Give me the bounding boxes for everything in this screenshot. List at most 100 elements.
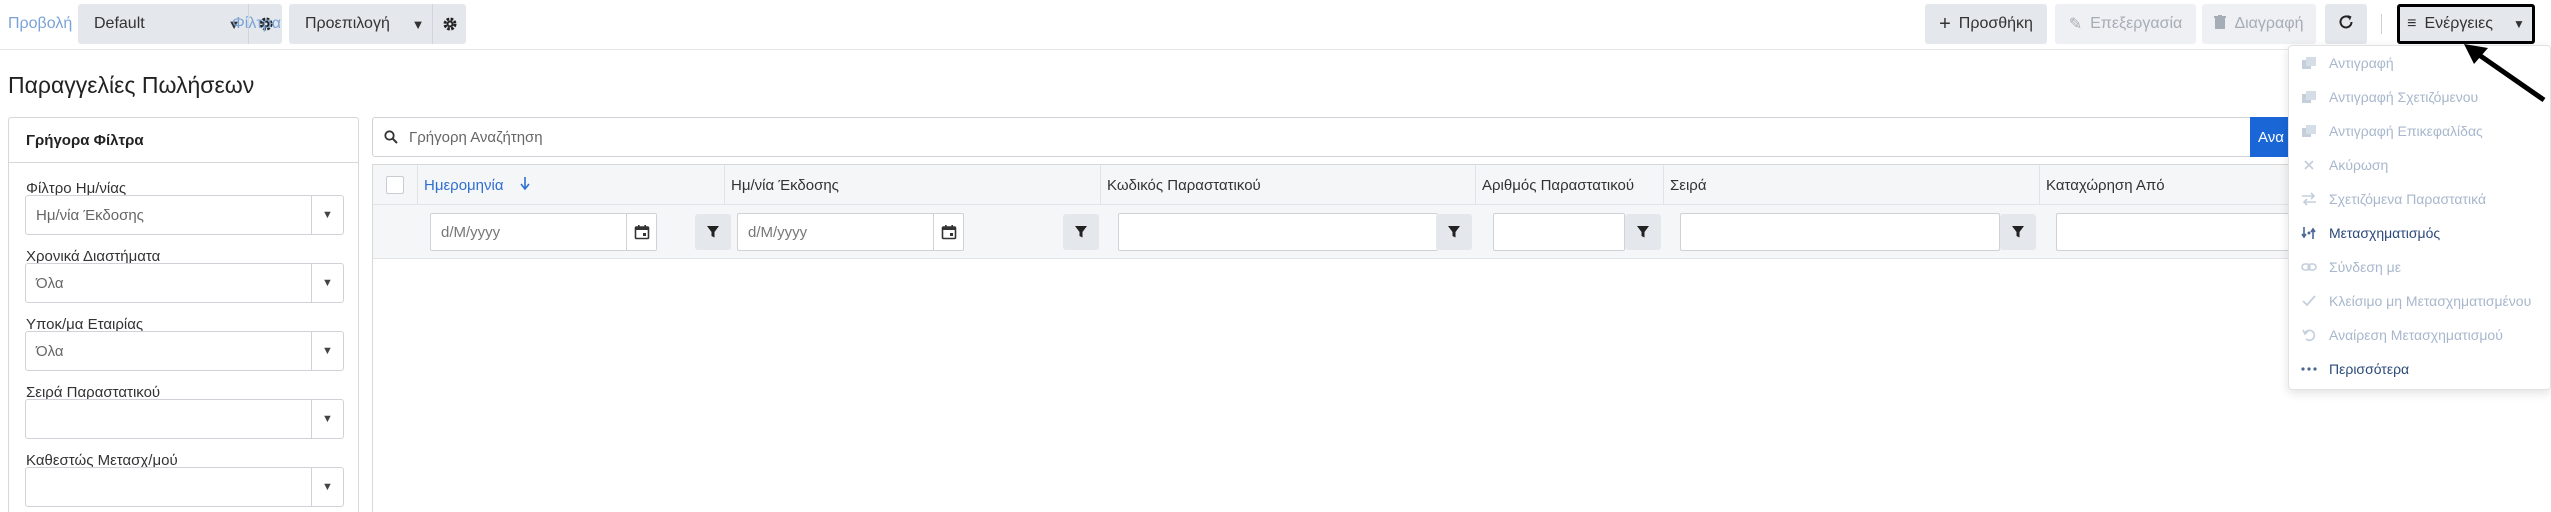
ellipsis-icon — [2289, 367, 2329, 371]
refresh-icon — [2337, 13, 2355, 36]
menu-item-label: Σύνδεση με — [2329, 259, 2401, 275]
add-button-label: Προσθήκη — [1958, 15, 2033, 32]
gear-icon[interactable] — [432, 4, 466, 44]
series-filter-input[interactable] — [1680, 213, 2000, 251]
menu-item-label: Αντιγραφή Επικεφαλίδας — [2329, 123, 2483, 139]
doc-number-filter-input[interactable] — [1493, 213, 1625, 251]
column-header-doc-code[interactable]: Κωδικός Παραστατικού — [1100, 165, 1475, 205]
refresh-button[interactable] — [2325, 4, 2367, 44]
view-label: Προβολή — [8, 15, 73, 32]
pencil-icon: ✎ — [2068, 16, 2083, 33]
chevron-down-icon: ▼ — [311, 468, 343, 506]
doc-series-select[interactable]: ▼ — [25, 399, 344, 439]
column-header-label: Σειρά — [1670, 176, 1707, 194]
menu-item-more[interactable]: Περισσότερα — [2289, 352, 2550, 386]
menu-item-label: Μετασχηματισμός — [2329, 225, 2441, 241]
chevron-down-icon: ▼ — [311, 264, 343, 302]
calendar-icon[interactable] — [933, 214, 963, 250]
copy-icon — [2289, 90, 2329, 104]
copy-icon — [2289, 124, 2329, 138]
date-filter-value: Ημ/νία Έκδοσης — [36, 206, 144, 224]
column-header-label: Ημερομηνία — [424, 176, 504, 194]
link-icon — [2289, 261, 2329, 273]
page-title: Παραγγελίες Πωλήσεων — [8, 72, 255, 98]
date-placeholder: d/M/yyyy — [748, 223, 808, 241]
edit-button[interactable]: ✎ Επεξεργασία — [2055, 4, 2196, 44]
branch-select[interactable]: Όλα ▼ — [25, 331, 344, 371]
top-toolbar: Προβολή Default ▼ Φίλτρα Προεπιλογή ▼ + … — [0, 0, 2551, 50]
filter-icon[interactable] — [2000, 214, 2036, 250]
column-header-label: Κωδικός Παραστατικού — [1107, 176, 1261, 194]
orders-grid: Ημερομηνία Ημ/νία Έκδοσης Κωδικός Παραστ… — [372, 164, 2551, 512]
menu-item-label: Αντιγραφή Σχετιζόμενου — [2329, 89, 2479, 105]
quick-search-box — [372, 117, 2252, 157]
hamburger-icon: ≡ — [2407, 15, 2417, 32]
menu-item-undo-transform[interactable]: Αναίρεση Μετασχηματισμού — [2289, 318, 2550, 352]
menu-item-label: Ακύρωση — [2329, 157, 2389, 173]
menu-item-label: Περισσότερα — [2329, 361, 2410, 377]
transform-status-select[interactable]: ▼ — [25, 467, 344, 507]
time-range-value: Όλα — [36, 274, 64, 292]
sort-arrow-down-icon — [519, 176, 530, 194]
filter-icon[interactable] — [1625, 214, 1661, 250]
arrows-icon — [2289, 192, 2329, 206]
date-placeholder: d/M/yyyy — [441, 223, 501, 241]
calendar-icon[interactable] — [626, 214, 656, 250]
menu-item-copy-header[interactable]: Αντιγραφή Επικεφαλίδας — [2289, 114, 2550, 148]
menu-item-label: Αντιγραφή — [2329, 55, 2394, 71]
filter-icon[interactable] — [1063, 214, 1099, 250]
column-header-label: Καταχώρηση Από — [2046, 176, 2165, 194]
transform-icon — [2289, 225, 2329, 241]
actions-button-label: Ενέργειες — [2424, 15, 2493, 32]
chevron-down-icon: ▼ — [311, 400, 343, 438]
copy-icon — [2289, 56, 2329, 70]
filters-label: Φίλτρα — [232, 15, 281, 32]
edit-button-label: Επεξεργασία — [2090, 15, 2183, 32]
menu-item-label: Σχετιζόμενα Παραστατικά — [2329, 191, 2487, 207]
column-header-label: Ημ/νία Έκδοσης — [731, 176, 839, 194]
chevron-down-icon: ▼ — [311, 332, 343, 370]
filters-select[interactable]: Προεπιλογή ▼ — [289, 4, 466, 44]
column-header-issue-date[interactable]: Ημ/νία Έκδοσης — [724, 165, 1100, 205]
grid-header-row: Ημερομηνία Ημ/νία Έκδοσης Κωδικός Παραστ… — [373, 165, 2551, 205]
filters-value: Προεπιλογή — [305, 15, 390, 32]
quick-filters-panel: Γρήγορα Φίλτρα Φίλτρο Ημ/νίας Ημ/νία Έκδ… — [8, 117, 359, 512]
search-input[interactable] — [409, 128, 2251, 146]
menu-item-label: Κλείσιμο μη Μετασχηματισμένου — [2329, 293, 2532, 309]
trash-icon — [2214, 14, 2227, 34]
chevron-down-icon: ▼ — [2512, 17, 2525, 31]
quick-filters-title: Γρήγορα Φίλτρα — [9, 118, 358, 163]
date-filter-select[interactable]: Ημ/νία Έκδοσης ▼ — [25, 195, 344, 235]
menu-item-related-docs[interactable]: Σχετιζόμενα Παραστατικά — [2289, 182, 2550, 216]
filter-icon[interactable] — [1436, 214, 1472, 250]
branch-value: Όλα — [36, 342, 64, 360]
grid-filter-row: d/M/yyyy d/M/yyyy — [373, 205, 2551, 259]
column-header-label: Αριθμός Παραστατικού — [1482, 176, 1635, 194]
plus-icon: + — [1939, 13, 1951, 35]
check-icon — [2289, 295, 2329, 307]
menu-item-link-to[interactable]: Σύνδεση με — [2289, 250, 2550, 284]
filter-icon[interactable] — [695, 214, 731, 250]
menu-item-label: Αναίρεση Μετασχηματισμού — [2329, 327, 2503, 343]
column-header-series[interactable]: Σειρά — [1663, 165, 2039, 205]
toolbar-divider — [2381, 14, 2382, 34]
issue-date-filter-input[interactable]: d/M/yyyy — [737, 213, 964, 251]
doc-code-filter-input[interactable] — [1118, 213, 1438, 251]
annotation-arrow-icon — [2464, 44, 2546, 103]
add-button[interactable]: + Προσθήκη — [1925, 4, 2047, 44]
menu-item-close-untransformed[interactable]: Κλείσιμο μη Μετασχηματισμένου — [2289, 284, 2550, 318]
menu-item-cancel[interactable]: Ακύρωση — [2289, 148, 2550, 182]
date-filter-input[interactable]: d/M/yyyy — [430, 213, 657, 251]
select-all-checkbox[interactable] — [386, 176, 404, 194]
delete-button[interactable]: Διαγραφή — [2202, 4, 2316, 44]
actions-button[interactable]: ≡ Ενέργειες ▼ — [2397, 4, 2535, 44]
chevron-down-icon: ▼ — [411, 16, 425, 32]
close-icon — [2289, 159, 2329, 171]
delete-button-label: Διαγραφή — [2234, 15, 2304, 32]
column-header-date[interactable]: Ημερομηνία — [417, 165, 724, 205]
chevron-down-icon: ▼ — [311, 196, 343, 234]
view-value: Default — [94, 15, 145, 32]
column-header-doc-number[interactable]: Αριθμός Παραστατικού — [1475, 165, 1663, 205]
time-range-select[interactable]: Όλα ▼ — [25, 263, 344, 303]
menu-item-transform[interactable]: Μετασχηματισμός — [2289, 216, 2550, 250]
